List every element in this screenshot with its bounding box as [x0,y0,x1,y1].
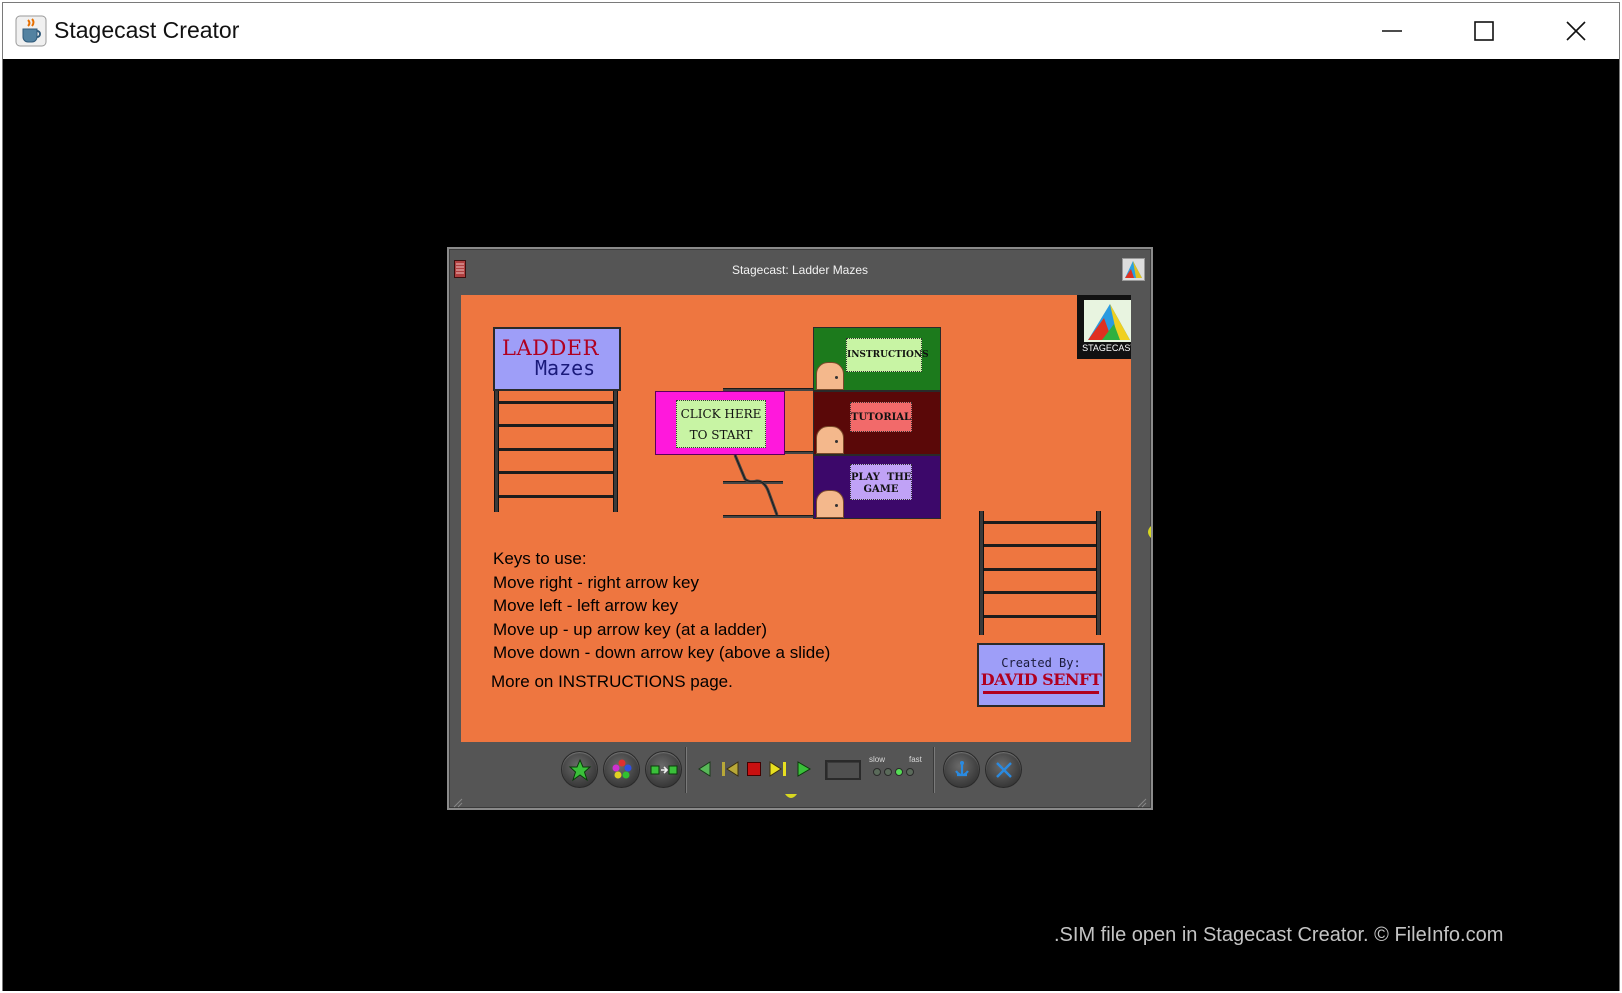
scroll-indicator-icon[interactable] [1145,526,1151,538]
start-button[interactable]: CLICK HERE TO START [655,391,785,455]
resize-grip-icon[interactable] [453,798,463,808]
toolbar-separator [685,747,687,793]
close-icon [1566,21,1586,41]
anchor-icon [954,760,969,776]
speed-dot[interactable] [884,768,892,776]
simulator-desktop: Stagecast: Ladder Mazes LADDER Mazes CLI… [3,59,1619,991]
start-label: CLICK HERE TO START [676,400,766,448]
tutorial-label: TUTORIAL [850,402,912,432]
app-window: Stagecast Creator Stagecast: Ladder Maze… [2,2,1620,991]
stage-area[interactable]: LADDER Mazes CLICK HERE TO START INSTRUC… [461,295,1131,742]
stop-icon[interactable] [747,762,761,776]
speed-dot[interactable] [906,768,914,776]
instructions-block[interactable]: INSTRUCTIONS [813,327,941,391]
stagecast-logo-button[interactable] [1122,258,1145,281]
slide-chute [733,455,779,516]
rule-arrow-icon [650,765,677,774]
play-game-label: PLAY THE GAME [850,464,912,500]
control-bar: slow fast [449,742,1151,810]
credit-underline [983,691,1099,694]
maximize-icon [1474,21,1494,41]
new-rule-button[interactable] [561,751,598,788]
simulation-title: Stagecast: Ladder Mazes [731,263,869,277]
key-down: Move down - down arrow key (above a slid… [493,643,831,662]
close-button[interactable] [1530,3,1622,59]
star-icon [568,758,591,781]
speed-slow-label: slow [869,755,886,764]
credit-sign: Created By: DAVID SENFT [977,643,1105,707]
rewind-icon[interactable] [721,761,739,777]
expand-tab-icon[interactable] [785,794,797,800]
door-icon [816,426,844,454]
footer-credit: .SIM file open in Stagecast Creator. © F… [1054,924,1504,946]
tutorial-block[interactable]: TUTORIAL [813,391,941,455]
maximize-button[interactable] [1438,3,1530,59]
java-cup-icon [15,15,47,47]
credit-label: Created By: [1001,656,1081,670]
minimize-icon [1382,30,1402,32]
pipe [785,451,815,454]
palette-icon [612,759,631,778]
speed-dot[interactable] [873,768,881,776]
simulation-window: Stagecast: Ladder Mazes LADDER Mazes CLI… [447,247,1153,810]
rules-editor-button[interactable] [645,751,682,788]
speed-fast-label: fast [909,755,922,764]
step-back-icon[interactable] [697,761,711,777]
resize-grip-icon[interactable] [1137,798,1147,808]
stagecast-logo-icon [1125,261,1142,278]
keys-help-text: Keys to use: Move right - right arrow ke… [493,547,830,665]
keys-heading: Keys to use: [493,549,587,568]
speed-display [825,760,861,780]
step-forward-icon[interactable] [769,761,787,777]
stagecast-logo-text: STAGECAST [1082,343,1131,353]
speed-dot[interactable] [895,768,903,776]
credit-name: DAVID SENFT [980,670,1102,689]
key-up: Move up - up arrow key (at a ladder) [493,619,768,639]
toolbar-separator [933,747,935,793]
right-ladder [979,511,1101,635]
door-icon [816,362,844,390]
window-title: Stagecast Creator [54,17,240,43]
instructions-label: INSTRUCTIONS [846,338,929,372]
minimize-button[interactable] [1346,3,1438,59]
ladder-mazes-sign: LADDER Mazes [493,327,621,391]
more-info-text: More on INSTRUCTIONS page. [491,672,733,691]
door-icon [816,490,844,518]
paint-palette-button[interactable] [603,751,640,788]
stagecast-logo: STAGECAST [1077,295,1131,359]
sign-title-mazes: Mazes [535,356,596,380]
simulation-titlebar[interactable]: Stagecast: Ladder Mazes [449,249,1151,294]
key-left: Move left - left arrow key [493,596,679,615]
stagecast-logo-icon [1084,300,1131,342]
window-titlebar: Stagecast Creator [3,3,1619,59]
play-icon[interactable] [797,761,811,777]
play-game-block[interactable]: PLAY THE GAME [813,455,941,519]
tools-button[interactable] [985,751,1022,788]
key-right: Move right - right arrow key [493,572,699,592]
record-button[interactable] [943,751,980,788]
left-ladder [494,391,618,512]
tools-icon [995,761,1012,778]
